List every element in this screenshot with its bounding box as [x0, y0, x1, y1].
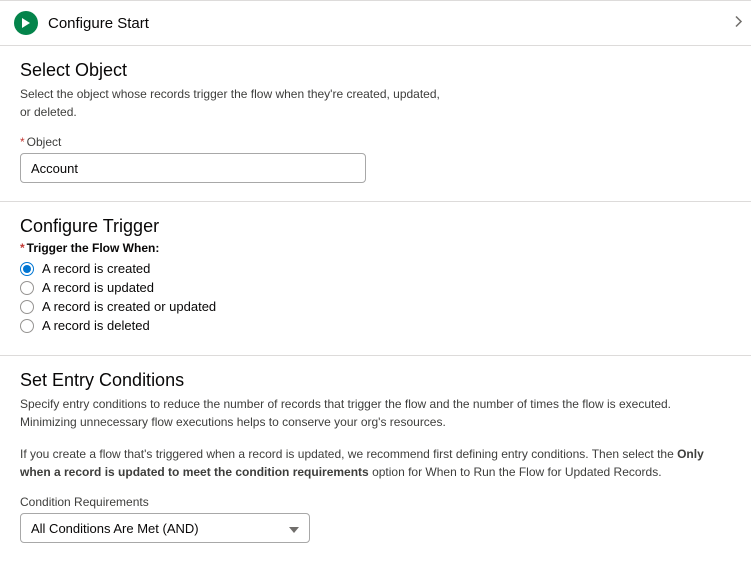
radio-icon — [20, 300, 34, 314]
entry-conditions-desc1: Specify entry conditions to reduce the n… — [20, 395, 731, 431]
radio-icon — [20, 262, 34, 276]
radio-record-updated[interactable]: A record is updated — [20, 280, 731, 295]
object-label: Object — [20, 135, 731, 149]
trigger-radio-group: A record is created A record is updated … — [20, 261, 731, 333]
chevron-right-icon[interactable] — [735, 16, 743, 31]
configure-trigger-section: Configure Trigger Trigger the Flow When:… — [0, 202, 751, 356]
select-object-desc: Select the object whose records trigger … — [20, 85, 440, 121]
radio-label: A record is updated — [42, 280, 154, 295]
radio-label: A record is created or updated — [42, 299, 216, 314]
header-bar: Configure Start — [0, 1, 751, 46]
condition-requirements-select[interactable]: All Conditions Are Met (AND) — [20, 513, 310, 543]
condition-requirements-label: Condition Requirements — [20, 495, 731, 509]
select-object-title: Select Object — [20, 60, 731, 81]
entry-conditions-desc2: If you create a flow that's triggered wh… — [20, 445, 731, 481]
radio-record-created[interactable]: A record is created — [20, 261, 731, 276]
configure-trigger-title: Configure Trigger — [20, 216, 731, 237]
radio-icon — [20, 281, 34, 295]
play-icon — [14, 11, 38, 35]
caret-down-icon — [289, 521, 299, 536]
select-object-section: Select Object Select the object whose re… — [0, 46, 751, 202]
select-value: All Conditions Are Met (AND) — [31, 521, 199, 536]
entry-conditions-section: Set Entry Conditions Specify entry condi… — [0, 356, 751, 561]
radio-record-created-or-updated[interactable]: A record is created or updated — [20, 299, 731, 314]
page-title: Configure Start — [48, 15, 149, 32]
entry-conditions-title: Set Entry Conditions — [20, 370, 731, 391]
radio-record-deleted[interactable]: A record is deleted — [20, 318, 731, 333]
radio-icon — [20, 319, 34, 333]
radio-label: A record is created — [42, 261, 150, 276]
trigger-label: Trigger the Flow When: — [20, 241, 731, 255]
object-input[interactable] — [20, 153, 366, 183]
radio-label: A record is deleted — [42, 318, 150, 333]
